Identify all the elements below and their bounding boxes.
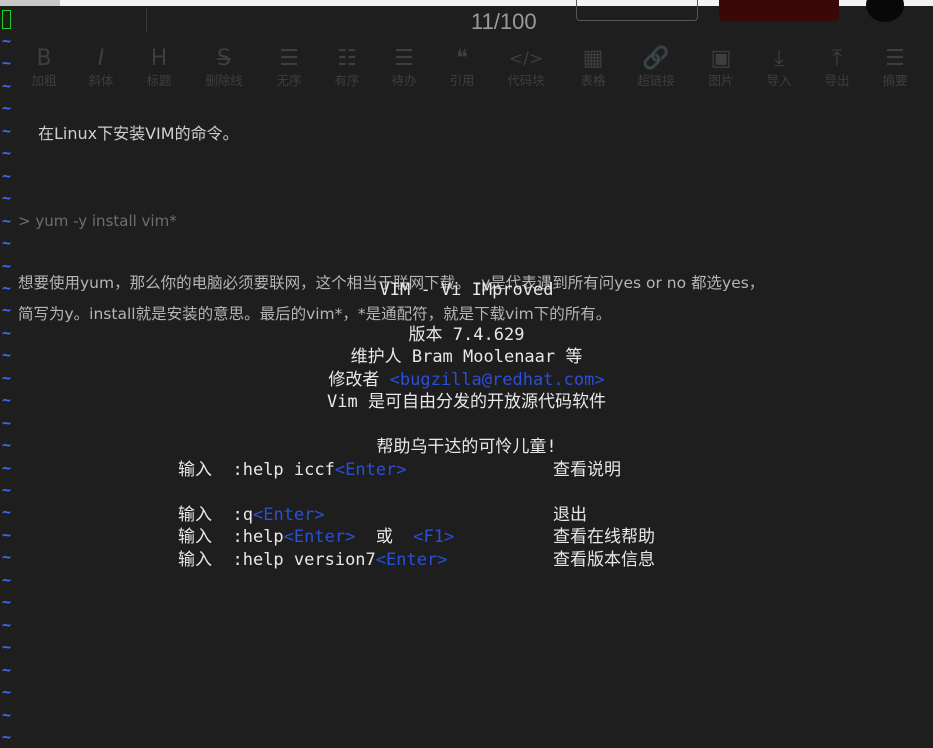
- vim-version: 版本 7.4.629: [408, 325, 525, 345]
- tilde-marker: ~: [2, 548, 12, 567]
- vim-command-version: 输入 :help version7<Enter>: [178, 550, 448, 570]
- heading-icon: H: [150, 46, 168, 71]
- toolbar-bold[interactable]: B 加粗: [18, 44, 70, 88]
- tilde-marker: ~: [2, 458, 12, 477]
- top-strip-bar: [0, 0, 60, 6]
- tilde-marker: ~: [2, 660, 12, 679]
- toolbar-import[interactable]: ⤓ 导入: [753, 44, 805, 88]
- article-line-2: > yum -y install vim*: [18, 212, 177, 230]
- tilde-marker: ~: [2, 481, 12, 499]
- vim-command-quit: 输入 :q<Enter>: [178, 505, 325, 525]
- tilde-marker: ~: [2, 593, 12, 612]
- publish-button[interactable]: [719, 0, 839, 21]
- article-line-1: 在Linux下安装VIM的命令。: [38, 124, 239, 143]
- toolbar-code-block[interactable]: </> 代码块: [500, 44, 552, 88]
- tilde-marker: ~: [2, 234, 12, 253]
- list-icon: ☰: [279, 46, 299, 71]
- tilde-marker: ~: [2, 525, 12, 544]
- toolbar-summary[interactable]: ☰ 摘要: [869, 44, 921, 88]
- toolbar-heading[interactable]: H 标题: [133, 44, 185, 88]
- tilde-marker: ~: [2, 413, 12, 432]
- toolbar-italic[interactable]: I 斜体: [75, 44, 127, 88]
- vim-command-iccf: 输入 :help iccf<Enter>: [178, 460, 407, 480]
- tilde-marker: ~: [2, 256, 12, 275]
- vim-license: Vim 是可自由分发的开放源代码软件: [327, 392, 606, 412]
- ordered-list-icon: ☷: [337, 46, 357, 71]
- vim-maintainer: 维护人 Bram Moolenaar 等: [350, 347, 583, 367]
- word-counter: 11/100: [471, 9, 537, 34]
- vim-command-quit-desc: 退出: [553, 505, 587, 525]
- vim-cursor: [2, 10, 11, 29]
- vim-help-uganda: 帮助乌干达的可怜儿童!: [376, 437, 557, 457]
- vim-command-help: 输入 :help<Enter> 或 <F1>: [178, 527, 455, 547]
- avatar[interactable]: [866, 0, 904, 22]
- vim-command-version-desc: 查看版本信息: [553, 550, 655, 570]
- toolbar-strikethrough[interactable]: S̶ 删除线: [198, 44, 250, 88]
- tilde-marker: ~: [2, 99, 12, 118]
- toolbar-todo[interactable]: ☰ 待办: [378, 44, 430, 88]
- tilde-marker: ~: [2, 705, 12, 724]
- tilde-marker: ~: [2, 32, 12, 50]
- strikethrough-icon: S̶: [217, 46, 231, 71]
- save-draft-button[interactable]: [576, 0, 698, 21]
- header-separator: [146, 8, 147, 32]
- article-line-4: 简写为y。install就是安装的意思。最后的vim*，*是通配符，就是下载vi…: [18, 305, 612, 323]
- image-icon: ▣: [710, 46, 732, 71]
- vim-command-help-desc: 查看在线帮助: [553, 527, 655, 547]
- italic-icon: I: [97, 46, 105, 71]
- tilde-marker: ~: [2, 166, 12, 185]
- bold-icon: B: [36, 46, 52, 71]
- vim-command-iccf-desc: 查看说明: [553, 460, 621, 480]
- vim-title: VIM - Vi IMproved: [379, 280, 554, 300]
- vim-modified-by: 修改者 <bugzilla@redhat.com>: [328, 370, 605, 390]
- tilde-marker: ~: [2, 144, 12, 163]
- tilde-marker: ~: [2, 727, 12, 746]
- table-icon: ▦: [582, 46, 604, 71]
- todo-icon: ☰: [394, 46, 414, 71]
- upload-icon: ⤒: [832, 46, 842, 71]
- toolbar-export[interactable]: ⤒ 导出: [811, 44, 863, 88]
- tilde-marker: ~: [2, 211, 12, 230]
- toolbar-ordered-list[interactable]: ☷ 有序: [321, 44, 373, 88]
- toolbar-table[interactable]: ▦ 表格: [567, 44, 619, 88]
- tilde-marker: ~: [2, 76, 12, 95]
- quote-icon: ❝: [456, 46, 468, 71]
- tilde-marker: ~: [2, 683, 12, 702]
- tilde-marker: ~: [2, 121, 12, 140]
- code-icon: </>: [508, 49, 544, 69]
- editor-toolbar: B 加粗 I 斜体 H 标题 S̶ 删除线 ☰ 无序 ☷ 有序 ☰ 待办 ❝ 引用 </> 代码块…: [26, 44, 926, 96]
- tilde-marker: ~: [2, 54, 12, 73]
- vim-modified-by-email: <bugzilla@redhat.com>: [389, 370, 605, 390]
- link-icon: 🔗: [642, 46, 670, 71]
- tilde-marker: ~: [2, 301, 12, 320]
- toolbar-quote[interactable]: ❝ 引用: [436, 44, 488, 88]
- download-icon: ⤓: [774, 46, 784, 71]
- toolbar-unordered-list[interactable]: ☰ 无序: [263, 44, 315, 88]
- summary-icon: ☰: [885, 46, 905, 71]
- tilde-marker: ~: [2, 615, 12, 634]
- tilde-marker: ~: [2, 503, 12, 522]
- toolbar-link[interactable]: 🔗 超链接: [630, 44, 682, 88]
- tilde-marker: ~: [2, 570, 12, 589]
- toolbar-image[interactable]: ▣ 图片: [695, 44, 747, 88]
- tilde-marker: ~: [2, 638, 12, 657]
- tilde-marker: ~: [2, 189, 12, 208]
